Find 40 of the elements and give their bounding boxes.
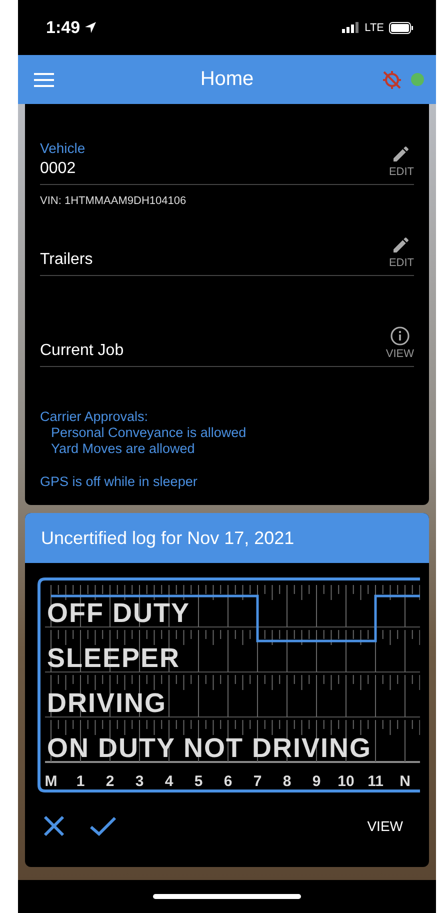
log-title: Uncertified log for Nov 17, 2021 [41,528,294,548]
hour-label: 11 [368,773,384,790]
hour-label: 7 [253,773,262,790]
location-arrow-icon [85,22,96,33]
hour-label: 6 [224,773,232,790]
view-log-button[interactable]: VIEW [363,814,407,838]
hour-label: 10 [338,773,354,790]
duty-status-label: SLEEPER [47,643,180,673]
hour-label: N [400,773,410,790]
battery-icon [389,22,414,34]
current-job-label: Current Job [40,342,124,360]
hour-label: 5 [194,773,203,790]
approval-item: Personal Conveyance is allowed [50,425,248,440]
trailers-label: Trailers [40,251,93,269]
screen-title: Home [199,68,255,91]
gps-notice: GPS is off while in sleeper [40,474,198,489]
vin-text: VIN: 1HTMMAAM9DH104106 [40,195,188,207]
hour-label: 4 [164,773,174,790]
duty-status-label: OFF DUTY [47,598,190,628]
edit-vehicle-button[interactable]: EDIT [388,144,414,178]
hour-label: M [44,773,58,790]
network-type: LTE [364,22,384,34]
status-time: 1:49 [46,18,80,38]
info-icon [390,326,410,346]
view-job-button[interactable]: VIEW [386,326,414,360]
hour-label: 9 [312,773,321,790]
duty-status-label: ON DUTY NOT DRIVING [47,733,372,763]
carrier-approvals-heading: Carrier Approvals: [40,409,150,424]
hour-label: 2 [106,773,114,790]
edit-trailers-button[interactable]: EDIT [388,235,414,269]
vehicle-number: 0002 [40,160,77,178]
signal-icon [342,22,360,33]
approval-item: Yard Moves are allowed [50,441,196,456]
hour-label: 1 [76,773,85,790]
duty-status-label: DRIVING [47,688,167,718]
vehicle-label: Vehicle [40,140,86,156]
pencil-icon [391,235,412,255]
hour-label: 8 [282,773,292,790]
pencil-icon [391,144,412,164]
hour-label: 3 [135,773,144,790]
